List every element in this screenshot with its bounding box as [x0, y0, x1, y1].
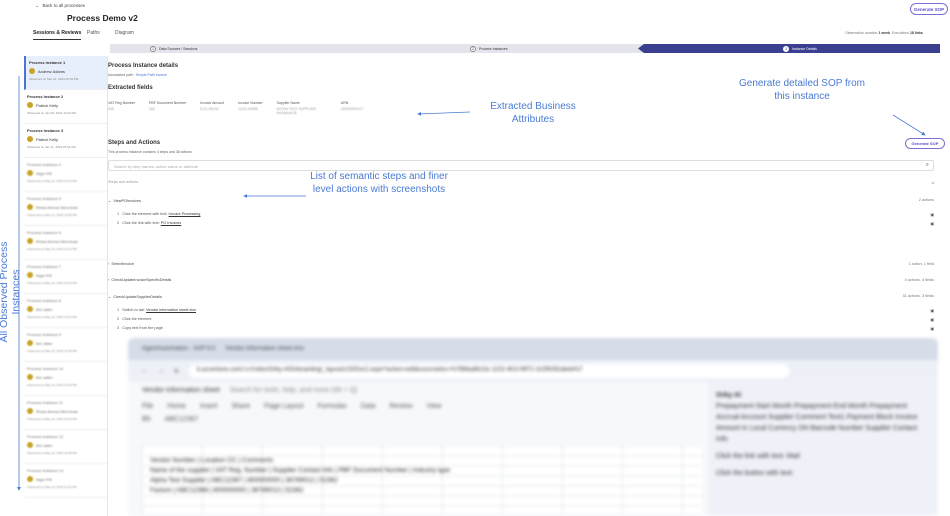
sheet-grid: Vendor Number | Location CC | Comments Na… — [142, 444, 702, 516]
sheet-menu-item: Formulas — [317, 403, 347, 410]
browser-tab-2: Vendor information sheet.xlsx — [225, 346, 304, 352]
sheet-menu-item: Review — [389, 403, 413, 410]
sheet-row: Vendor Number | Location CC | Comments — [150, 457, 274, 464]
sheet-menu-item: Page Layout — [264, 403, 304, 410]
sheet-row: Alpha Test Supplier | ABC12367 | 8000000… — [150, 477, 338, 484]
arrow-fields — [417, 111, 471, 116]
sheet-menu-item: File — [142, 403, 154, 410]
reload-icon: ↻ — [174, 368, 180, 375]
annotation-sidebar: All Observed Process Instances — [0, 241, 22, 343]
browser-toolbar: ← → ↻ b.accenture.com/:x:/r/sites/Orby-AIO… — [128, 360, 938, 382]
sheet-menu: File Home Insert Share Page Layout Formulas Da… — [128, 400, 708, 413]
back-icon: ← — [142, 368, 148, 374]
browser-tab-1: AgentAutomation - SAP 6.0 — [142, 346, 216, 352]
orby-panel: Orby AI Prepayment Start Month Prepaymen… — [708, 382, 938, 516]
formula-bar: B5 ABC12367 — [142, 416, 199, 423]
sheet-row: Factum | ABC12368 | 800000000 | 36789013… — [150, 487, 304, 494]
action-screenshot: AgentAutomation - SAP 6.0 Vendor informa… — [128, 338, 938, 516]
sheet-menu-item: Home — [167, 403, 186, 410]
browser-tabbar: AgentAutomation - SAP 6.0 Vendor informa… — [128, 338, 938, 360]
sheet-title: Vendor information sheet Search for tool… — [142, 387, 358, 394]
sheet-row: Name of the supplier | VAT Reg. Number |… — [150, 467, 451, 474]
forward-icon: → — [158, 368, 164, 374]
sheet-menu-item: Data — [360, 403, 376, 410]
address-bar: b.accenture.com/:x:/r/sites/Orby-AIOnboa… — [189, 364, 790, 378]
sheet-menu-item: View — [426, 403, 442, 410]
sheet-menu-item: Insert — [199, 403, 218, 410]
sheet-menu-item: Share — [231, 403, 251, 410]
arrow-sop — [892, 114, 926, 136]
spreadsheet: Vendor information sheet Search for tool… — [128, 382, 708, 516]
